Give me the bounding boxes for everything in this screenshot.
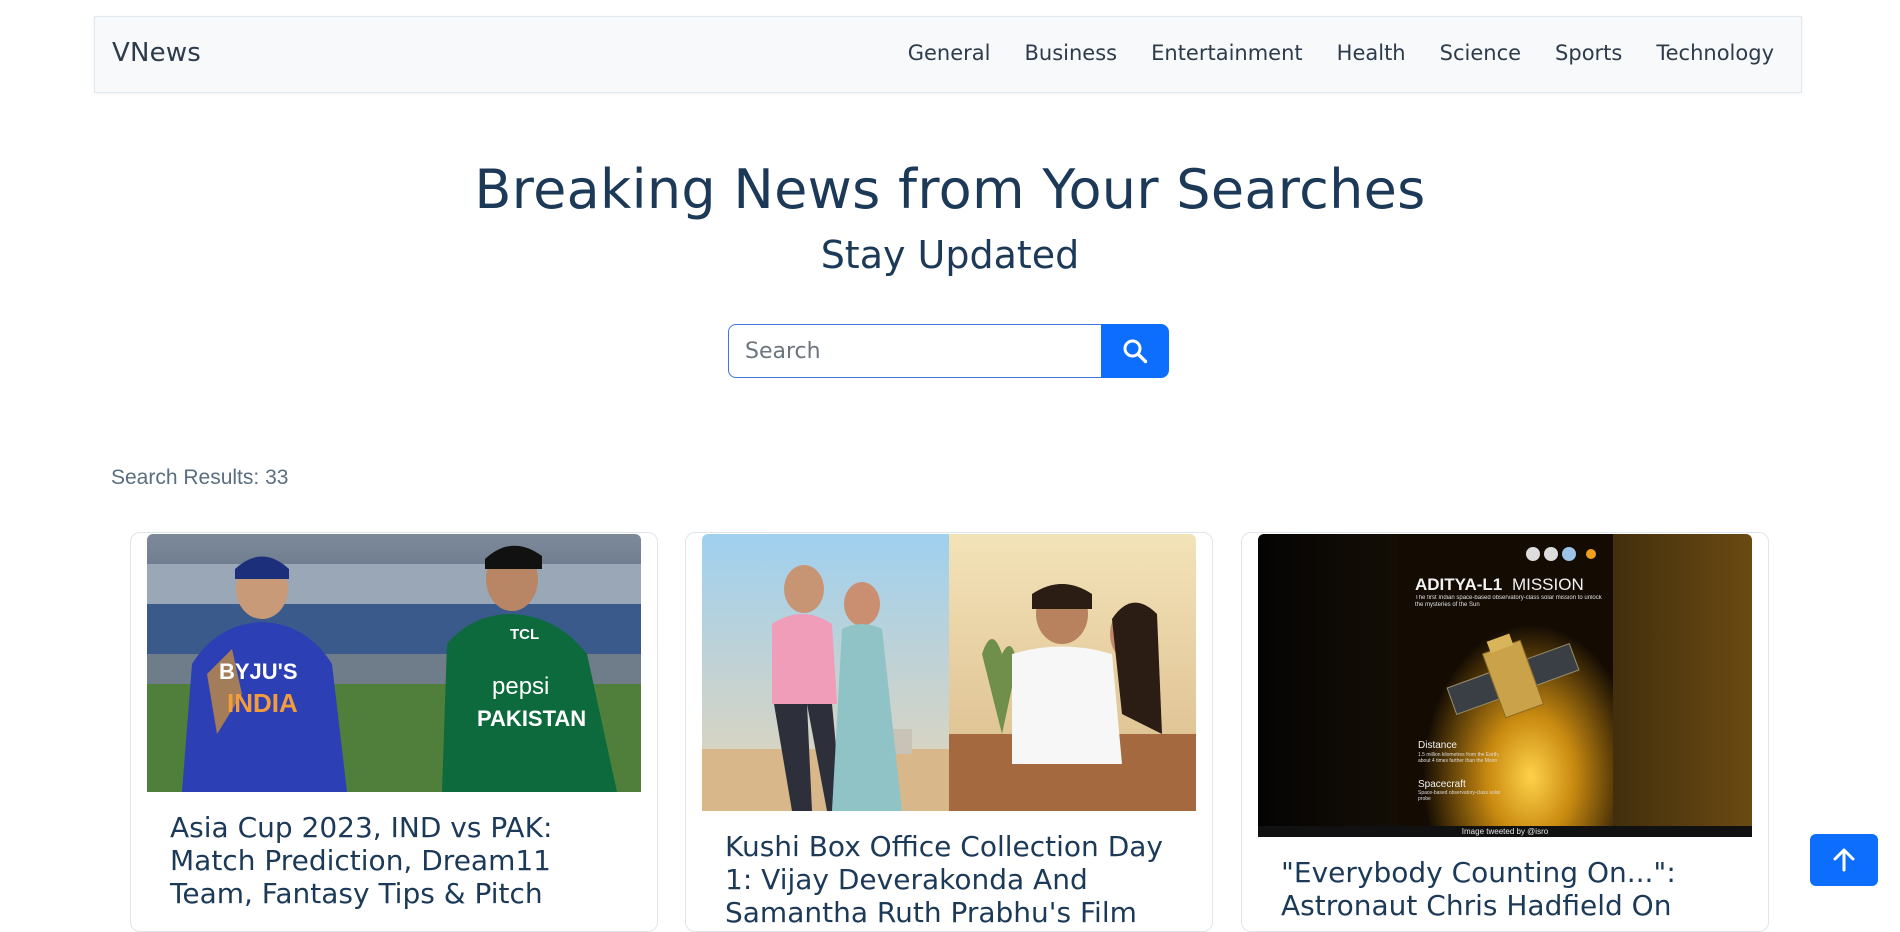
search-button[interactable] [1101,324,1169,378]
news-card-image[interactable]: ADITYA-L1 MISSION The first Indian space… [1258,534,1752,837]
jersey-team-left: INDIA [227,688,298,718]
search-input[interactable] [728,324,1101,378]
news-card-title[interactable]: "Everybody Counting On...": Astronaut Ch… [1281,856,1738,922]
news-card-title[interactable]: Kushi Box Office Collection Day 1: Vijay… [725,830,1182,929]
news-card-image[interactable]: BYJU'S INDIA TCL pepsi PAKISTAN [147,534,641,792]
brand-logo[interactable]: VNews [112,38,201,68]
news-card: BYJU'S INDIA TCL pepsi PAKISTAN Asia Cup… [130,532,658,932]
news-card-image[interactable] [702,534,1196,811]
distance-label: Distance [1418,740,1457,751]
news-card-link[interactable]: "Everybody Counting On...": Astronaut Ch… [1281,856,1676,922]
nav-link-health[interactable]: Health [1337,41,1406,65]
image-credit: Image tweeted by @isro [1462,827,1549,836]
search-icon [1123,339,1148,364]
jersey-sponsor-left: BYJU'S [219,659,298,684]
search-form [728,324,1169,378]
search-results-count: Search Results: 33 [111,466,289,489]
page-title: Breaking News from Your Searches [474,158,1426,221]
back-to-top-button[interactable] [1810,834,1878,886]
jersey-top-right: TCL [510,626,539,643]
nav-link-technology[interactable]: Technology [1656,41,1774,65]
svg-text:ADITYA-L1 MISSION: ADITYA-L1 MISSION [1415,575,1584,594]
nav-link-business[interactable]: Business [1025,41,1118,65]
news-card-link[interactable]: Kushi Box Office Collection Day 1: Vijay… [725,830,1163,929]
page-subtitle: Stay Updated [820,233,1080,277]
jersey-team-right: PAKISTAN [477,706,586,731]
distance-description: 1.5 million kilometres from the Earth, a… [1418,752,1500,764]
nav-link-entertainment[interactable]: Entertainment [1151,41,1303,65]
news-card: Kushi Box Office Collection Day 1: Vijay… [685,532,1213,932]
news-card-link[interactable]: Asia Cup 2023, IND vs PAK: Match Predict… [170,811,552,910]
spacecraft-description: Space-based observatory-class solar prob… [1418,790,1501,802]
news-card: ADITYA-L1 MISSION The first Indian space… [1241,532,1769,932]
nav-links: General Business Entertainment Health Sc… [908,41,1774,65]
jersey-sponsor-right: pepsi [492,673,549,700]
mission-name: ADITYA-L1 [1415,575,1502,594]
navbar: VNews General Business Entertainment Hea… [94,16,1802,93]
news-card-title[interactable]: Asia Cup 2023, IND vs PAK: Match Predict… [170,811,627,910]
spacecraft-label: Spacecraft [1418,779,1466,790]
nav-link-general[interactable]: General [908,41,991,65]
nav-link-science[interactable]: Science [1440,41,1521,65]
mission-suffix: MISSION [1512,575,1584,594]
arrow-up-icon [1833,848,1855,872]
nav-link-sports[interactable]: Sports [1555,41,1622,65]
mission-description: The first Indian space-based observatory… [1415,595,1602,608]
